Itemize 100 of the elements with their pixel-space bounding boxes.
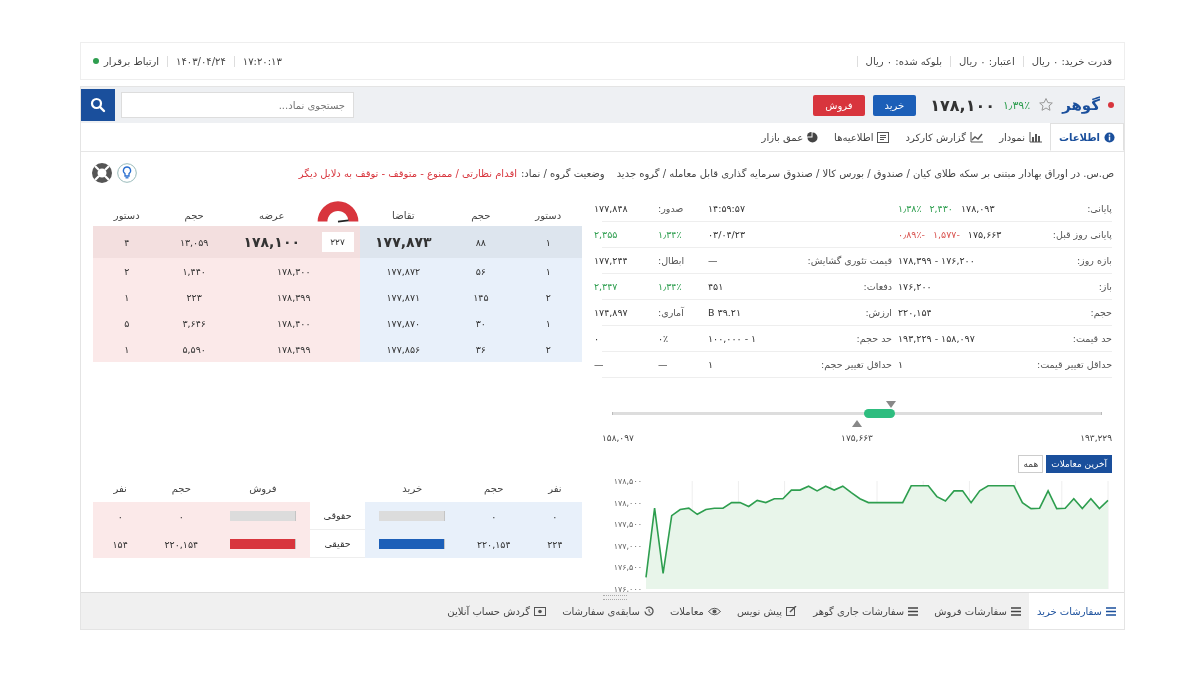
trader-count: ۲۲۴ bbox=[527, 530, 582, 558]
tab[interactable]: اطلاعات bbox=[1049, 123, 1124, 151]
star-icon[interactable] bbox=[1038, 97, 1055, 113]
column-header: نفر bbox=[546, 482, 563, 494]
field-value: ۱٫۳۴٪ bbox=[658, 281, 682, 292]
field-value: — bbox=[594, 359, 604, 370]
tab[interactable]: گزارش کارکرد bbox=[897, 123, 992, 151]
resize-handle[interactable] bbox=[602, 595, 627, 600]
order-volume: ۱۳,۰۵۹ bbox=[160, 226, 228, 258]
order-volume: ۳۶ bbox=[447, 336, 515, 362]
price-change: ۱٫۳۹٪ bbox=[1002, 98, 1031, 112]
order-volume: ۵۶ bbox=[447, 258, 515, 284]
trader-count: ۱۵۴ bbox=[93, 530, 148, 558]
filter-button[interactable]: همه bbox=[1018, 455, 1044, 473]
search-button[interactable] bbox=[81, 89, 115, 121]
lifebuoy-icon[interactable] bbox=[91, 162, 113, 184]
axis-label: ۱۷۸,۰۰۰ bbox=[613, 498, 642, 508]
bid-price[interactable]: ۱۷۷,۸۷۰ bbox=[359, 310, 448, 336]
column-header: فروش bbox=[248, 482, 278, 494]
ask-price[interactable]: ۱۷۸,۱۰۰ bbox=[227, 226, 316, 258]
field-value: ۱۷۷,۸۴۸ bbox=[594, 203, 628, 214]
field-value: ۰٪ bbox=[658, 333, 669, 344]
bid-price[interactable]: ۱۷۷,۸۷۳ bbox=[359, 226, 448, 258]
search-icon bbox=[90, 97, 106, 113]
bid-price[interactable]: ۱۷۷,۸۵۶ bbox=[359, 336, 448, 362]
order-count: ۴ bbox=[93, 226, 161, 258]
field-label: باز: bbox=[1098, 281, 1112, 292]
search-field[interactable]: جستجوی نماد... bbox=[121, 92, 354, 118]
field-value: ۱٫۳۴٪ bbox=[658, 229, 682, 240]
tab[interactable]: عمق بازار bbox=[753, 123, 827, 151]
trader-volume: ۰ bbox=[147, 502, 216, 530]
field-value: ۱ - ۱۰۰,۰۰۰ bbox=[708, 333, 757, 344]
axis-label: ۱۷۷,۰۰۰ bbox=[613, 541, 642, 551]
status-label: وضعیت گروه / نماد: bbox=[520, 167, 605, 179]
history-icon bbox=[643, 606, 654, 616]
field-value: -۰٫۸۹٪ bbox=[898, 229, 925, 240]
last-price: ۱۷۸,۱۰۰ bbox=[930, 95, 995, 115]
clock-time: ۱۷:۲۰:۱۳ bbox=[233, 55, 290, 67]
order-volume: ۳,۶۴۶ bbox=[160, 310, 228, 336]
field-value: ۴۵۱ bbox=[708, 281, 724, 292]
column-header: دستور bbox=[533, 210, 563, 223]
field-value: ۰ bbox=[594, 333, 600, 344]
field-value: — bbox=[708, 255, 718, 266]
field-value: -۱,۵۷۷ bbox=[932, 229, 960, 240]
field-value: ۱۵۸,۰۹۷ - ۱۹۳,۲۲۹ bbox=[898, 333, 975, 344]
tab[interactable]: معاملات bbox=[661, 593, 729, 629]
filter-button[interactable]: آخرین معاملات bbox=[1046, 455, 1112, 473]
line-chart-icon bbox=[970, 131, 984, 143]
tab[interactable]: نمودار bbox=[991, 123, 1050, 151]
axis-label: ۱۷۷,۵۰۰ bbox=[613, 520, 642, 530]
field-label: حداقل تغییر حجم: bbox=[821, 359, 892, 370]
buy-button[interactable]: خرید bbox=[872, 94, 917, 116]
tab[interactable]: اطلاعیه‌ها bbox=[826, 123, 898, 151]
tab[interactable]: گردش حساب آنلاین bbox=[439, 593, 555, 629]
field-value: ۱۷۶,۲۰۰ bbox=[898, 281, 932, 292]
document-icon bbox=[877, 131, 890, 143]
tab[interactable]: سابقه‌ی سفارشات bbox=[554, 593, 662, 629]
lightbulb-icon[interactable] bbox=[117, 163, 137, 183]
order-count: ۱ bbox=[514, 258, 582, 284]
trader-volume: ۰ bbox=[459, 502, 528, 530]
account-info: بلوکه شده: ۰ ریال bbox=[856, 55, 951, 67]
tab[interactable]: سفارشات جاری گوهر bbox=[805, 593, 927, 629]
connection-text: ارتباط برقرار bbox=[104, 55, 160, 67]
order-volume: ۳۰ bbox=[447, 310, 515, 336]
sell-button[interactable]: فروش bbox=[813, 94, 865, 116]
field-label: قیمت تئوری گشایش: bbox=[807, 255, 892, 266]
field-value: ۱۷۸,۰۹۳ bbox=[960, 203, 995, 214]
order-volume: ۵,۵۹۰ bbox=[160, 336, 228, 362]
ask-price[interactable]: ۱۷۸,۳۹۹ bbox=[227, 284, 360, 310]
ask-price[interactable]: ۱۷۸,۴۹۹ bbox=[227, 336, 360, 362]
tab[interactable]: پیش نویس bbox=[728, 593, 806, 629]
field-label: ابطال: bbox=[658, 255, 685, 266]
info-icon bbox=[1104, 131, 1115, 143]
field-label: حداقل تغییر قیمت: bbox=[1037, 359, 1112, 370]
order-count: ۲ bbox=[514, 336, 582, 362]
status-text: اقدام نظارتی / ممنوع - متوقف - توقف به دلایل دیگر bbox=[298, 167, 517, 179]
range-min: ۱۵۸,۰۹۷ bbox=[602, 433, 634, 443]
bar-chart-icon bbox=[1028, 131, 1042, 143]
order-volume: ۲۲۳ bbox=[160, 284, 228, 310]
order-count: ۲ bbox=[93, 258, 161, 284]
trader-count: ۰ bbox=[93, 502, 148, 530]
field-label: دفعات: bbox=[863, 281, 892, 292]
ask-price[interactable]: ۱۷۸,۳۰۰ bbox=[227, 258, 360, 284]
order-count: ۱ bbox=[93, 284, 161, 310]
field-value: ۲,۴۳۰ bbox=[929, 203, 953, 214]
trader-volume: ۲۲۰,۱۵۴ bbox=[459, 530, 528, 558]
column-header: حجم bbox=[170, 482, 192, 494]
field-value: ۰۳/۰۴/۲۳ bbox=[708, 229, 746, 240]
bid-price[interactable]: ۱۷۷,۸۷۲ bbox=[359, 258, 448, 284]
field-label: آماری: bbox=[658, 307, 684, 318]
order-count: ۵ bbox=[93, 310, 161, 336]
field-label: حد قیمت: bbox=[1072, 333, 1112, 344]
field-value: ۱۷۴,۸۹۷ bbox=[594, 307, 628, 318]
tab[interactable]: سفارشات فروش bbox=[926, 593, 1029, 629]
bid-price[interactable]: ۱۷۷,۸۷۱ bbox=[359, 284, 448, 310]
ask-price[interactable]: ۱۷۸,۴۰۰ bbox=[227, 310, 360, 336]
symbol-name[interactable]: گوهر bbox=[1062, 96, 1100, 114]
field-value: ۱۴:۵۹:۵۷ bbox=[708, 203, 746, 214]
tab[interactable]: سفارشات خرید bbox=[1028, 593, 1124, 629]
trader-count: ۰ bbox=[527, 502, 582, 530]
